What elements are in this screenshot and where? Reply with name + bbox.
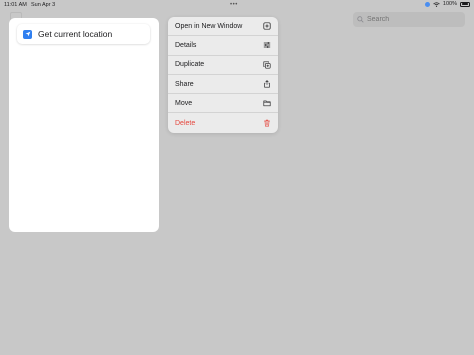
menu-item-open-in-new-window[interactable]: Open in New Window — [168, 17, 278, 37]
search-field[interactable] — [353, 12, 465, 27]
menu-item-label: Open in New Window — [175, 22, 243, 30]
status-indicators: 100% — [424, 1, 470, 7]
folder-icon — [263, 101, 271, 107]
search-input[interactable] — [367, 16, 457, 23]
status-time: 11:01 AM — [4, 2, 27, 8]
sliders-icon — [263, 42, 271, 49]
duplicate-icon — [263, 61, 271, 69]
menu-item-label: Details — [175, 41, 197, 49]
new-window-icon — [263, 22, 271, 30]
location-arrow-icon — [23, 29, 32, 39]
menu-item-delete[interactable]: Delete — [168, 113, 278, 132]
status-bar: 11:01 AM Sun Apr 3 ••• 100% — [0, 0, 474, 10]
menu-item-label: Share — [175, 80, 194, 88]
shortcut-editor-panel — [9, 18, 159, 232]
menu-item-label: Move — [175, 99, 193, 107]
multitask-dots[interactable]: ••• — [230, 2, 238, 8]
trash-icon — [264, 119, 270, 127]
context-menu: Open in New Window Details Duplicate Sha… — [168, 17, 278, 133]
battery-percent: 100% — [442, 1, 457, 7]
menu-item-details[interactable]: Details — [168, 36, 278, 56]
menu-item-label: Delete — [175, 119, 196, 127]
battery-icon — [460, 1, 470, 7]
share-icon — [264, 80, 270, 88]
location-icon — [424, 1, 430, 7]
action-label: Get current location — [38, 29, 113, 39]
menu-item-duplicate[interactable]: Duplicate — [168, 56, 278, 75]
status-date: Sun Apr 3 — [31, 2, 56, 8]
action-get-current-location[interactable]: Get current location — [17, 24, 150, 44]
wifi-icon — [433, 1, 440, 7]
menu-item-label: Duplicate — [175, 61, 205, 69]
menu-item-share[interactable]: Share — [168, 75, 278, 95]
search-icon — [357, 16, 364, 23]
menu-item-move[interactable]: Move — [168, 94, 278, 114]
